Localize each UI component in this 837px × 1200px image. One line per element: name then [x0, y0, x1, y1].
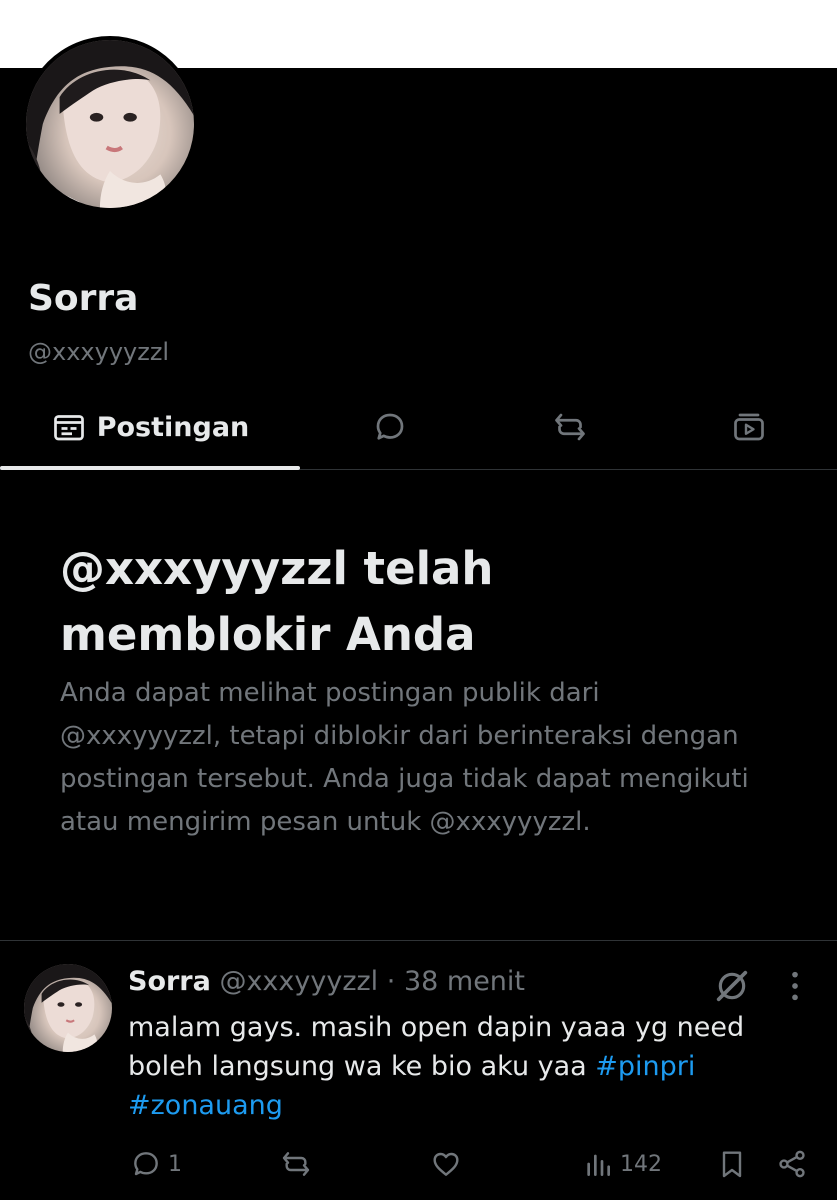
hashtag-link[interactable]: #zonauang — [128, 1090, 283, 1121]
blocked-title: @xxxyyyzzl telah memblokir Anda — [60, 542, 494, 661]
post-text: malam gays. masih open dapin yaaa yg nee… — [128, 1008, 808, 1125]
tab-posts[interactable]: Postingan — [0, 385, 300, 470]
profile-photo-icon — [26, 40, 194, 208]
tab-reposts[interactable] — [480, 385, 660, 469]
profile-handle: @xxxyyyzzl — [28, 338, 170, 366]
divider — [0, 940, 837, 941]
post-author-handle[interactable]: @xxxyyyzzl — [219, 966, 378, 997]
share-icon — [779, 1150, 805, 1178]
post-timestamp[interactable]: 38 menit — [404, 966, 525, 997]
blocked-description: Anda dapat melihat postingan publik dari… — [60, 678, 749, 837]
profile-tabs: Postingan — [0, 385, 837, 470]
bookmark-icon — [722, 1151, 742, 1178]
replies-icon — [376, 413, 404, 440]
reply-icon — [134, 1152, 158, 1176]
heart-icon — [433, 1152, 459, 1176]
reply-button[interactable]: 1 — [130, 1146, 182, 1182]
more-options-icon[interactable] — [778, 966, 812, 1006]
tab-media[interactable] — [660, 385, 837, 469]
post-header: Sorra @xxxyyyzzl · 38 menit — [128, 966, 525, 997]
repost-icon — [282, 1152, 310, 1176]
bookmark-button[interactable] — [716, 1146, 748, 1182]
post-separator: · — [386, 966, 396, 997]
avatar-photo-icon — [24, 964, 112, 1052]
active-tab-indicator — [0, 466, 300, 470]
profile-display-name: Sorra — [28, 278, 139, 319]
profile-avatar[interactable] — [22, 36, 198, 212]
hashtag-link[interactable]: #pinpri — [595, 1051, 695, 1082]
grok-icon[interactable] — [712, 966, 752, 1006]
view-count: 142 — [620, 1151, 662, 1177]
tab-replies[interactable] — [300, 385, 480, 469]
media-icon — [733, 413, 764, 441]
share-button[interactable] — [776, 1146, 808, 1182]
reposts-icon — [555, 413, 585, 441]
posts-icon — [53, 415, 84, 441]
reply-count: 1 — [168, 1151, 182, 1177]
like-button[interactable] — [430, 1146, 468, 1182]
post-author-avatar[interactable] — [24, 964, 112, 1052]
tab-posts-label: Postingan — [96, 411, 250, 443]
analytics-icon — [587, 1154, 610, 1176]
repost-button[interactable] — [280, 1146, 318, 1182]
views-button[interactable]: 142 — [582, 1146, 662, 1182]
post-author-name[interactable]: Sorra — [128, 966, 211, 997]
